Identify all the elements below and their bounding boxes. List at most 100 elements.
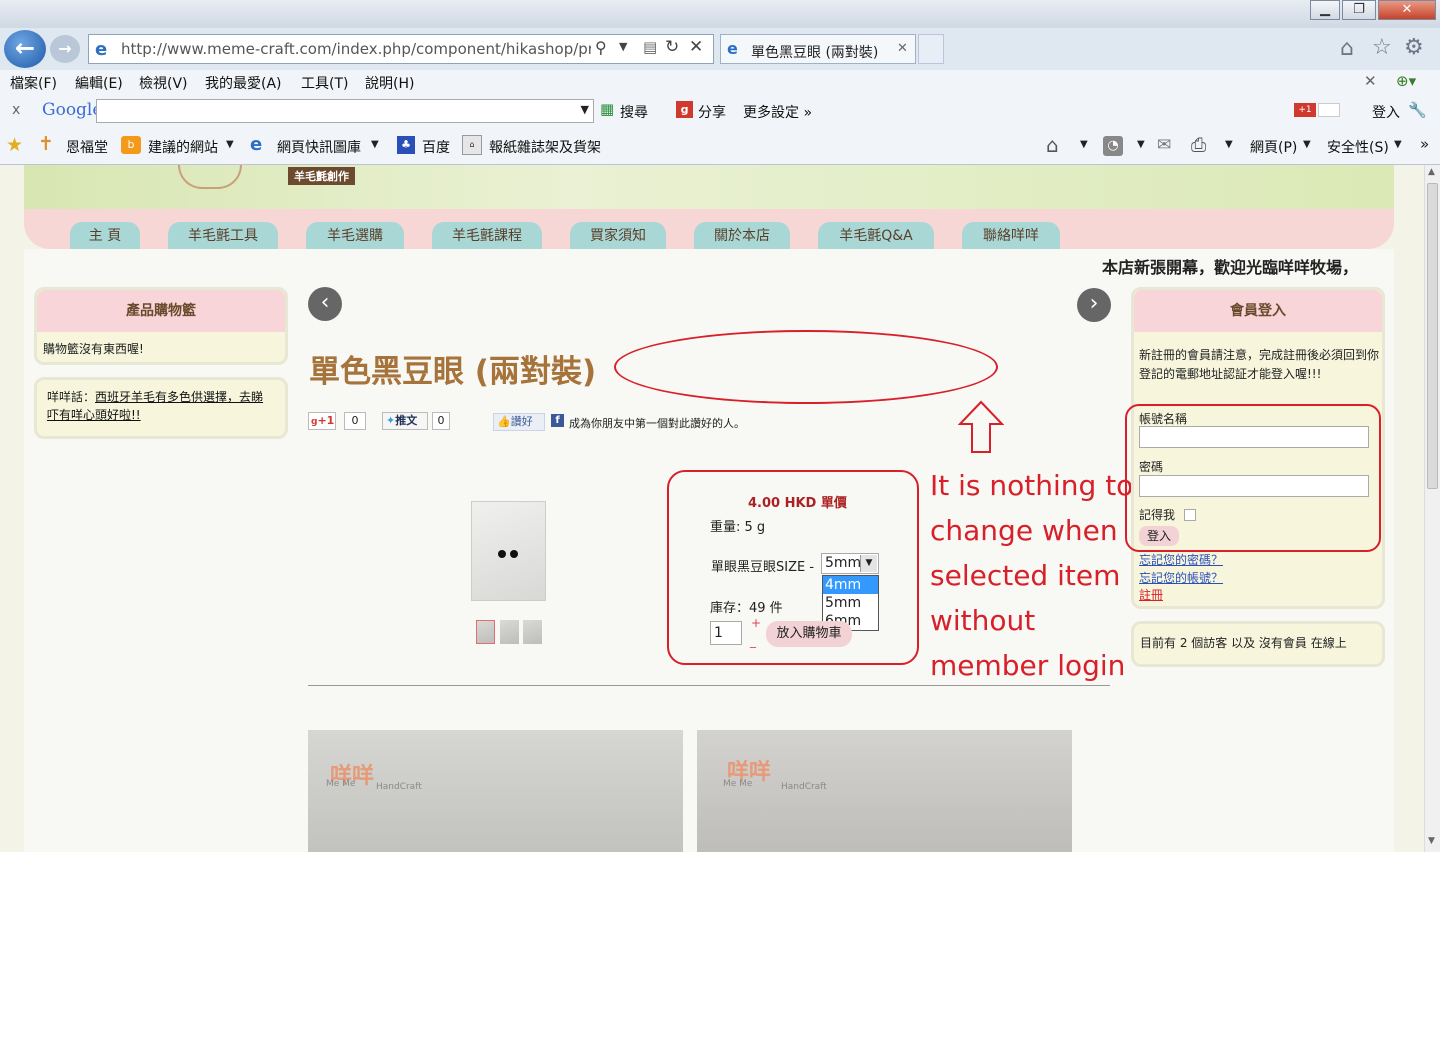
more-settings-button[interactable]: 更多設定 » xyxy=(743,102,812,122)
home-page-icon[interactable]: ⌂ xyxy=(1046,133,1059,157)
scroll-up-icon[interactable]: ▲ xyxy=(1428,167,1435,177)
gallery-image[interactable]: 咩咩 Me Me HandCraft xyxy=(697,730,1072,852)
chevron-down-icon[interactable]: ▼ xyxy=(1225,139,1233,150)
chevron-down-icon[interactable]: ▼ xyxy=(1080,139,1088,150)
chevron-down-icon[interactable]: ▼ xyxy=(1394,139,1402,150)
favorites-star-icon[interactable]: ☆ xyxy=(1372,35,1392,60)
chevron-down-icon[interactable]: ▼ xyxy=(860,555,877,572)
safety-menu[interactable]: 安全性(S) xyxy=(1327,137,1389,157)
menu-favorites[interactable]: 我的最愛(A) xyxy=(205,73,282,93)
stop-icon[interactable]: ✕ xyxy=(689,37,703,57)
like-button[interactable]: 👍讚好 xyxy=(493,413,545,431)
plus-one-badge[interactable]: +1 xyxy=(1294,103,1316,117)
product-title: 單色黑豆眼 (兩對裝) xyxy=(309,354,597,390)
fav-item-enfutang[interactable]: 恩福堂 xyxy=(66,137,108,157)
print-icon[interactable]: ⎙ xyxy=(1191,134,1206,156)
mail-icon[interactable]: ✉ xyxy=(1157,135,1171,155)
chevron-down-icon[interactable]: ▼ xyxy=(1303,139,1311,150)
forward-arrow-icon[interactable]: → xyxy=(50,35,80,63)
toolbar-close-icon[interactable]: x xyxy=(12,102,20,118)
price-text: 4.00 HKD 單價 xyxy=(748,496,847,511)
weight-text: 重量: 5 g xyxy=(710,520,766,535)
product-thumbnail[interactable] xyxy=(476,620,495,644)
menu-file[interactable]: 檔案(F) xyxy=(10,73,57,93)
add-to-cart-button[interactable]: 放入購物車 xyxy=(766,621,852,647)
forgot-username-link[interactable]: 忘記您的帳號？ xyxy=(1139,569,1223,586)
share-button[interactable]: 分享 xyxy=(698,102,726,122)
address-bar[interactable]: e http://www.meme-craft.com/index.php/co… xyxy=(88,34,714,64)
fav-item-suggested[interactable]: 建議的網站 xyxy=(148,137,218,157)
close-window-button[interactable]: ✕ xyxy=(1378,0,1436,20)
back-arrow-icon[interactable]: ← xyxy=(4,30,46,68)
product-thumbnail[interactable] xyxy=(523,620,542,644)
nav-home[interactable]: 主 頁 xyxy=(70,222,140,250)
quantity-input[interactable]: 1 xyxy=(710,621,742,645)
facebook-icon: f xyxy=(551,414,564,427)
page-menu[interactable]: 網頁(P) xyxy=(1250,137,1297,157)
rss-icon[interactable]: ◔ xyxy=(1103,136,1123,156)
tab-close-icon[interactable]: ✕ xyxy=(897,41,908,56)
scrollbar-thumb[interactable] xyxy=(1427,183,1438,489)
forgot-password-link[interactable]: 忘記您的密碼？ xyxy=(1139,551,1223,568)
menubar-close-icon[interactable]: ✕ xyxy=(1364,72,1377,90)
remember-checkbox[interactable] xyxy=(1184,509,1196,521)
menu-edit[interactable]: 編輯(E) xyxy=(75,73,123,93)
search-icon[interactable]: ⚲ xyxy=(595,38,607,57)
nav-about[interactable]: 關於本店 xyxy=(694,222,790,250)
menu-tools[interactable]: 工具(T) xyxy=(301,73,348,93)
google-search-button[interactable]: 搜尋 xyxy=(620,102,648,122)
gplus-button[interactable]: g+1 xyxy=(308,412,336,430)
menu-help[interactable]: 說明(H) xyxy=(365,73,414,93)
gallery-image[interactable]: 咩咩 Me Me HandCraft xyxy=(308,730,683,852)
login-button[interactable]: 登入 xyxy=(1139,526,1179,546)
compat-view-icon[interactable]: ▤ xyxy=(643,38,657,56)
chevron-down-icon[interactable]: ▼ xyxy=(371,139,379,150)
google-search-input[interactable]: ▼ xyxy=(96,99,594,123)
fav-item-baidu[interactable]: 百度 xyxy=(422,137,450,157)
nav-tools[interactable]: 羊毛氈工具 xyxy=(168,222,278,250)
register-link[interactable]: 註冊 xyxy=(1139,586,1163,603)
menu-view[interactable]: 檢視(V) xyxy=(139,73,188,93)
size-select[interactable]: 5mm ▼ xyxy=(821,553,879,574)
nav-wool[interactable]: 羊毛選購 xyxy=(306,222,404,250)
maximize-button[interactable]: ❐ xyxy=(1342,0,1376,20)
tweet-button[interactable]: ✦推文 xyxy=(382,412,428,430)
fav-item-shelves[interactable]: 報紙雜誌架及貨架 xyxy=(489,137,601,157)
product-thumbnail[interactable] xyxy=(500,620,519,644)
url-text: http://www.meme-craft.com/index.php/comp… xyxy=(121,40,591,58)
vertical-scrollbar[interactable]: ▲ ▼ xyxy=(1424,165,1440,852)
google-signin-button[interactable]: 登入 xyxy=(1372,102,1400,122)
new-tab-button[interactable] xyxy=(918,34,944,64)
nav-contact[interactable]: 聯絡咩咩 xyxy=(962,222,1060,250)
watermark-sub: Me Me xyxy=(723,779,753,789)
refresh-icon[interactable]: ↻ xyxy=(665,37,679,57)
password-input[interactable] xyxy=(1139,475,1369,497)
product-main-image[interactable] xyxy=(471,501,546,601)
quantity-minus-button[interactable]: _ xyxy=(750,634,756,648)
previous-product-arrow-icon[interactable]: ‹ xyxy=(308,287,342,321)
dropdown-arrow-icon[interactable]: ▼ xyxy=(619,40,627,53)
chevron-down-icon[interactable]: ▼ xyxy=(1137,139,1145,150)
wrench-icon[interactable]: 🔧 xyxy=(1408,101,1427,119)
logo-badge: 羊毛氈創作 xyxy=(288,167,355,185)
next-product-arrow-icon[interactable]: › xyxy=(1077,288,1111,322)
like-social-text: 成為你朋友中第一個對此讚好的人。 xyxy=(569,417,745,430)
fav-item-webslice[interactable]: 網頁快訊圖庫 xyxy=(277,137,361,157)
size-option[interactable]: 4mm xyxy=(823,576,878,594)
nav-courses[interactable]: 羊毛氈課程 xyxy=(432,222,542,250)
nav-qa[interactable]: 羊毛氈Q&A xyxy=(818,222,934,250)
quantity-plus-button[interactable]: + xyxy=(751,616,761,630)
search-dropdown-icon[interactable]: ▼ xyxy=(581,103,589,116)
size-option[interactable]: 5mm xyxy=(823,594,878,612)
username-input[interactable] xyxy=(1139,426,1369,448)
minimize-button[interactable]: ▁ xyxy=(1310,0,1340,20)
settings-gear-icon[interactable]: ⚙ xyxy=(1404,35,1424,60)
more-commands-icon[interactable]: » xyxy=(1420,135,1429,153)
translate-icon[interactable]: ⊕▾ xyxy=(1396,72,1416,90)
nav-buyer-info[interactable]: 買家須知 xyxy=(570,222,666,250)
scroll-down-icon[interactable]: ▼ xyxy=(1428,836,1435,846)
favorites-star-add-icon[interactable]: ★ xyxy=(6,134,23,156)
home-icon[interactable]: ⌂ xyxy=(1340,36,1354,61)
chevron-down-icon[interactable]: ▼ xyxy=(226,139,234,150)
browser-tab[interactable]: e 單色黑豆眼 (兩對裝) ✕ xyxy=(720,34,916,64)
